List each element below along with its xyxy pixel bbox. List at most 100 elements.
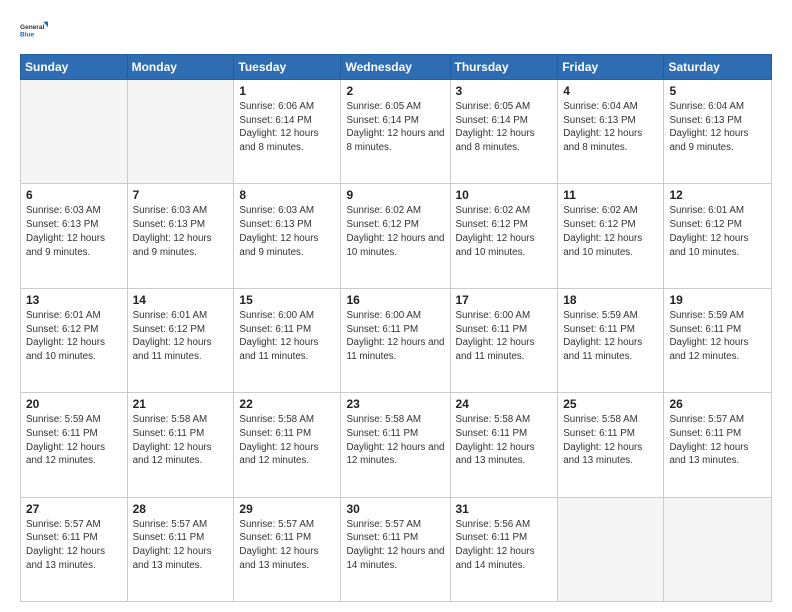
calendar-cell: 21 Sunrise: 5:58 AM Sunset: 6:11 PM Dayli… (127, 393, 234, 497)
day-info: Sunrise: 6:03 AM Sunset: 6:13 PM Dayligh… (133, 204, 229, 259)
calendar-cell: 6 Sunrise: 6:03 AM Sunset: 6:13 PM Daylig… (21, 184, 128, 288)
calendar-week-row: 20 Sunrise: 5:59 AM Sunset: 6:11 PM Dayli… (21, 393, 772, 497)
calendar-cell: 1Sunrise: 6:06 AM Sunset: 6:14 PM Daylig… (234, 80, 341, 184)
calendar-cell: 16 Sunrise: 6:00 AM Sunset: 6:11 PM Dayli… (341, 288, 450, 392)
day-info: Sunrise: 6:00 AM Sunset: 6:11 PM Dayligh… (346, 309, 444, 364)
day-number: 12 (669, 188, 766, 202)
day-number: 21 (133, 397, 229, 411)
day-number: 22 (239, 397, 335, 411)
calendar-cell: 26 Sunrise: 5:57 AM Sunset: 6:11 PM Dayli… (664, 393, 772, 497)
day-number: 10 (456, 188, 553, 202)
calendar-cell: 10Sunrise: 6:02 AM Sunset: 6:12 PM Dayli… (450, 184, 558, 288)
day-info: Sunrise: 5:57 AM Sunset: 6:11 PM Dayligh… (133, 518, 229, 573)
day-number: 8 (239, 188, 335, 202)
weekday-header: Wednesday (341, 55, 450, 80)
day-number: 7 (133, 188, 229, 202)
calendar-cell: 19 Sunrise: 5:59 AM Sunset: 6:11 PM Dayli… (664, 288, 772, 392)
calendar-week-row: 27 Sunrise: 5:57 AM Sunset: 6:11 PM Dayli… (21, 497, 772, 601)
day-number: 6 (26, 188, 122, 202)
calendar-cell: 24 Sunrise: 5:58 AM Sunset: 6:11 PM Dayli… (450, 393, 558, 497)
calendar-cell: 22 Sunrise: 5:58 AM Sunset: 6:11 PM Dayli… (234, 393, 341, 497)
calendar-cell: 29Sunrise: 5:57 AM Sunset: 6:11 PM Dayli… (234, 497, 341, 601)
day-number: 14 (133, 293, 229, 307)
calendar-page: GeneralBlue SundayMondayTuesdayWednesday… (0, 0, 792, 612)
day-info: Sunrise: 6:01 AM Sunset: 6:12 PM Dayligh… (669, 204, 766, 259)
day-number: 28 (133, 502, 229, 516)
weekday-header: Sunday (21, 55, 128, 80)
calendar-cell: 3 Sunrise: 6:05 AM Sunset: 6:14 PM Daylig… (450, 80, 558, 184)
day-info: Sunrise: 5:58 AM Sunset: 6:11 PM Dayligh… (346, 413, 444, 468)
day-info: Sunrise: 6:00 AM Sunset: 6:11 PM Dayligh… (456, 309, 553, 364)
calendar-cell: 30 Sunrise: 5:57 AM Sunset: 6:11 PM Dayli… (341, 497, 450, 601)
svg-text:Blue: Blue (20, 32, 34, 39)
calendar-cell: 13 Sunrise: 6:01 AM Sunset: 6:12 PM Dayli… (21, 288, 128, 392)
day-info: Sunrise: 6:00 AM Sunset: 6:11 PM Dayligh… (239, 309, 335, 364)
day-number: 18 (563, 293, 658, 307)
calendar-cell: 7 Sunrise: 6:03 AM Sunset: 6:13 PM Daylig… (127, 184, 234, 288)
day-number: 16 (346, 293, 444, 307)
calendar-week-row: 6 Sunrise: 6:03 AM Sunset: 6:13 PM Daylig… (21, 184, 772, 288)
day-info: Sunrise: 5:58 AM Sunset: 6:11 PM Dayligh… (563, 413, 658, 468)
day-info: Sunrise: 5:58 AM Sunset: 6:11 PM Dayligh… (456, 413, 553, 468)
calendar-cell (664, 497, 772, 601)
day-info: Sunrise: 6:06 AM Sunset: 6:14 PM Dayligh… (239, 100, 335, 155)
day-info: Sunrise: 6:01 AM Sunset: 6:12 PM Dayligh… (26, 309, 122, 364)
day-info: Sunrise: 6:04 AM Sunset: 6:13 PM Dayligh… (563, 100, 658, 155)
weekday-header: Friday (558, 55, 664, 80)
weekday-header: Monday (127, 55, 234, 80)
day-number: 2 (346, 84, 444, 98)
calendar-week-row: 13 Sunrise: 6:01 AM Sunset: 6:12 PM Dayli… (21, 288, 772, 392)
calendar-cell: 11 Sunrise: 6:02 AM Sunset: 6:12 PM Dayli… (558, 184, 664, 288)
calendar-cell: 12 Sunrise: 6:01 AM Sunset: 6:12 PM Dayli… (664, 184, 772, 288)
day-info: Sunrise: 6:02 AM Sunset: 6:12 PM Dayligh… (563, 204, 658, 259)
day-info: Sunrise: 5:57 AM Sunset: 6:11 PM Dayligh… (26, 518, 122, 573)
day-number: 19 (669, 293, 766, 307)
calendar-cell: 17 Sunrise: 6:00 AM Sunset: 6:11 PM Dayli… (450, 288, 558, 392)
day-info: Sunrise: 6:05 AM Sunset: 6:14 PM Dayligh… (456, 100, 553, 155)
calendar-cell: 31Sunrise: 5:56 AM Sunset: 6:11 PM Dayli… (450, 497, 558, 601)
day-number: 24 (456, 397, 553, 411)
calendar-cell: 8 Sunrise: 6:03 AM Sunset: 6:13 PM Daylig… (234, 184, 341, 288)
day-info: Sunrise: 5:57 AM Sunset: 6:11 PM Dayligh… (669, 413, 766, 468)
weekday-header: Tuesday (234, 55, 341, 80)
day-number: 27 (26, 502, 122, 516)
day-number: 5 (669, 84, 766, 98)
day-number: 11 (563, 188, 658, 202)
weekday-header: Saturday (664, 55, 772, 80)
day-number: 23 (346, 397, 444, 411)
calendar-cell (558, 497, 664, 601)
day-info: Sunrise: 6:05 AM Sunset: 6:14 PM Dayligh… (346, 100, 444, 155)
day-info: Sunrise: 5:58 AM Sunset: 6:11 PM Dayligh… (239, 413, 335, 468)
day-info: Sunrise: 5:57 AM Sunset: 6:11 PM Dayligh… (346, 518, 444, 573)
logo: GeneralBlue (20, 16, 48, 44)
day-info: Sunrise: 6:03 AM Sunset: 6:13 PM Dayligh… (26, 204, 122, 259)
day-number: 17 (456, 293, 553, 307)
calendar-cell: 5Sunrise: 6:04 AM Sunset: 6:13 PM Daylig… (664, 80, 772, 184)
day-info: Sunrise: 5:58 AM Sunset: 6:11 PM Dayligh… (133, 413, 229, 468)
day-info: Sunrise: 6:01 AM Sunset: 6:12 PM Dayligh… (133, 309, 229, 364)
day-number: 30 (346, 502, 444, 516)
header: GeneralBlue (20, 16, 772, 44)
calendar-cell (127, 80, 234, 184)
day-number: 9 (346, 188, 444, 202)
day-number: 31 (456, 502, 553, 516)
weekday-header: Thursday (450, 55, 558, 80)
calendar-cell: 9 Sunrise: 6:02 AM Sunset: 6:12 PM Daylig… (341, 184, 450, 288)
calendar-cell: 14 Sunrise: 6:01 AM Sunset: 6:12 PM Dayli… (127, 288, 234, 392)
calendar-cell: 18 Sunrise: 5:59 AM Sunset: 6:11 PM Dayli… (558, 288, 664, 392)
calendar-cell: 4Sunrise: 6:04 AM Sunset: 6:13 PM Daylig… (558, 80, 664, 184)
day-number: 3 (456, 84, 553, 98)
day-info: Sunrise: 6:03 AM Sunset: 6:13 PM Dayligh… (239, 204, 335, 259)
calendar-table: SundayMondayTuesdayWednesdayThursdayFrid… (20, 54, 772, 602)
calendar-cell: 15Sunrise: 6:00 AM Sunset: 6:11 PM Dayli… (234, 288, 341, 392)
calendar-cell: 27 Sunrise: 5:57 AM Sunset: 6:11 PM Dayli… (21, 497, 128, 601)
day-number: 25 (563, 397, 658, 411)
day-info: Sunrise: 5:59 AM Sunset: 6:11 PM Dayligh… (669, 309, 766, 364)
day-info: Sunrise: 5:59 AM Sunset: 6:11 PM Dayligh… (563, 309, 658, 364)
day-info: Sunrise: 5:59 AM Sunset: 6:11 PM Dayligh… (26, 413, 122, 468)
day-number: 13 (26, 293, 122, 307)
day-info: Sunrise: 6:02 AM Sunset: 6:12 PM Dayligh… (346, 204, 444, 259)
weekday-header-row: SundayMondayTuesdayWednesdayThursdayFrid… (21, 55, 772, 80)
day-number: 26 (669, 397, 766, 411)
day-number: 20 (26, 397, 122, 411)
